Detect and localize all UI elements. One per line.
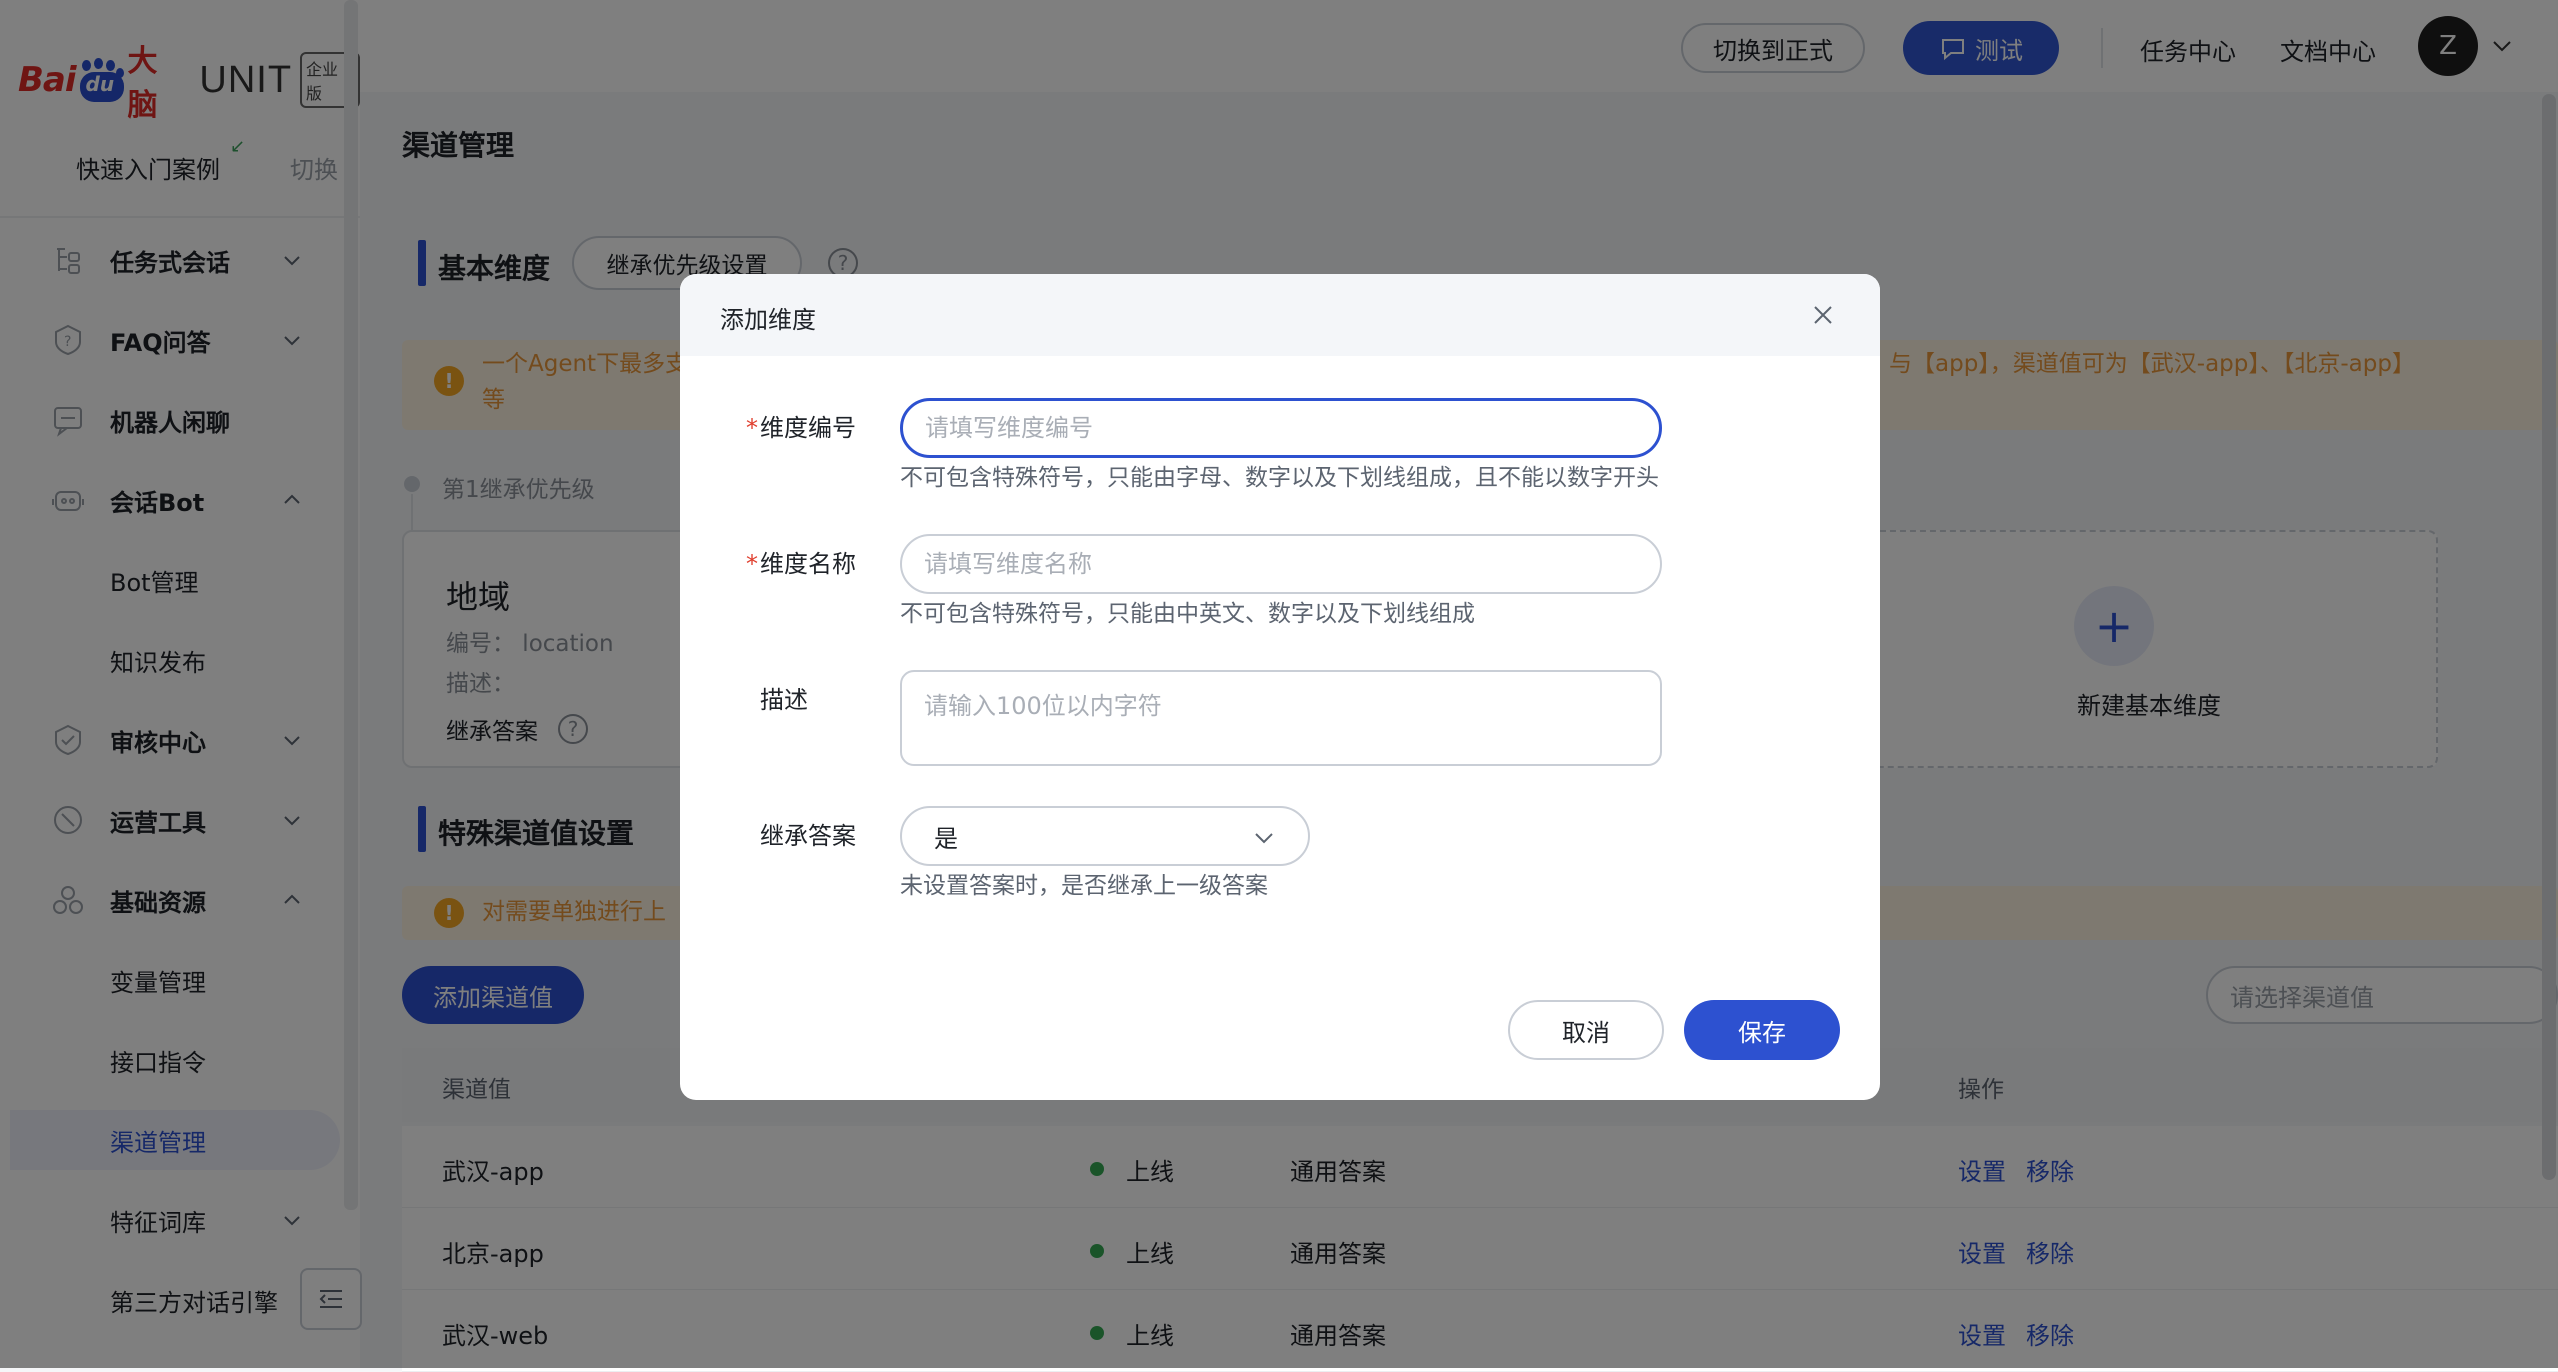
code-hint: 不可包含特殊符号，只能由字母、数字以及下划线组成，且不能以数字开头: [900, 465, 1659, 491]
name-label: *维度名称: [746, 544, 856, 579]
dimension-name-input[interactable]: [900, 534, 1662, 594]
modal-title: 添加维度: [720, 306, 816, 334]
required-asterisk: *: [746, 550, 758, 578]
description-textarea[interactable]: [900, 670, 1662, 766]
required-asterisk: *: [746, 414, 758, 442]
desc-label: 描述: [760, 686, 808, 714]
name-hint: 不可包含特殊符号，只能由中英文、数字以及下划线组成: [900, 601, 1475, 627]
inherit-hint: 未设置答案时，是否继承上一级答案: [900, 873, 1268, 899]
add-dimension-modal: 添加维度 *维度编号 不可包含特殊符号，只能由字母、数字以及下划线组成，且不能以…: [680, 274, 1880, 1100]
inherit-answer-select[interactable]: 是: [900, 806, 1310, 866]
chevron-down-icon: [1255, 833, 1273, 844]
name-label-text: 维度名称: [760, 550, 856, 578]
code-label-text: 维度编号: [760, 414, 856, 442]
close-icon[interactable]: [1808, 300, 1838, 330]
inherit-label: 继承答案: [760, 822, 856, 850]
cancel-button[interactable]: 取消: [1508, 1000, 1664, 1060]
save-button[interactable]: 保存: [1684, 1000, 1840, 1060]
modal-header: 添加维度: [680, 274, 1880, 356]
dimension-code-input[interactable]: [900, 398, 1662, 458]
code-label: *维度编号: [746, 408, 856, 443]
inherit-select-value: 是: [934, 824, 958, 853]
